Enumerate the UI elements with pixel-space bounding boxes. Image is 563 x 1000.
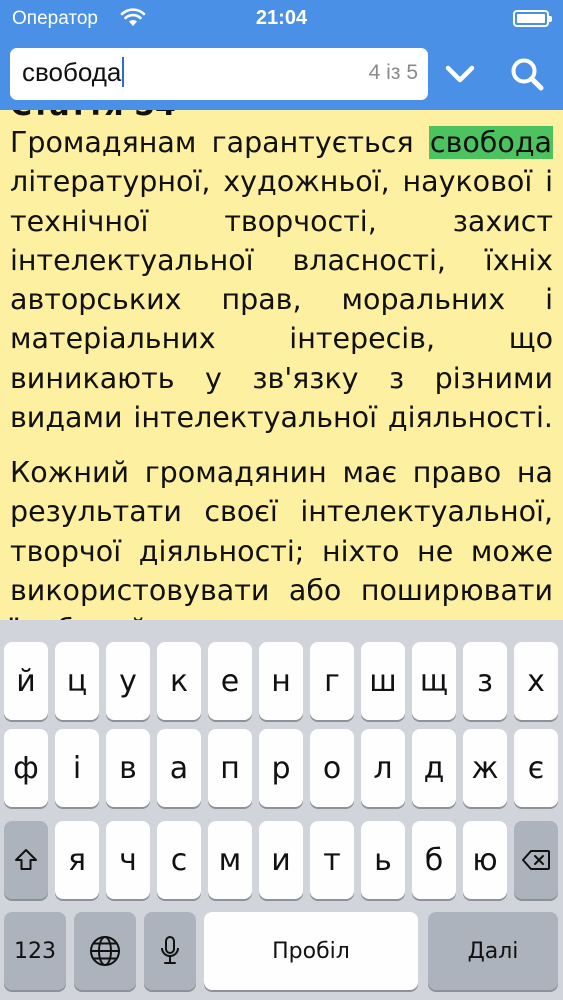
key-row3[interactable]: ч (106, 821, 150, 899)
key-row1[interactable]: х (514, 642, 558, 720)
document-view[interactable]: Стаття 54 Громадянам гарантується свобод… (0, 110, 563, 620)
key-row1[interactable]: з (463, 642, 507, 720)
key-row1[interactable]: н (259, 642, 303, 720)
text-caret (122, 57, 125, 87)
keyboard: й ц у к е н г ш щ з х ф і в а п р о л д … (0, 620, 563, 1000)
key-row3[interactable]: ю (463, 821, 507, 899)
key-row2[interactable]: о (310, 729, 354, 807)
key-row3[interactable]: и (259, 821, 303, 899)
globe-icon (88, 934, 122, 968)
key-row3[interactable]: м (208, 821, 252, 899)
numbers-key[interactable]: 123 (4, 912, 66, 990)
key-row1[interactable]: ш (361, 642, 405, 720)
key-row2[interactable]: в (106, 729, 150, 807)
backspace-icon (521, 849, 551, 871)
match-counter: 4 із 5 (368, 61, 418, 84)
paragraph-1-before: Громадянам гарантується (10, 126, 429, 159)
key-row3[interactable]: б (412, 821, 456, 899)
key-row2[interactable]: п (208, 729, 252, 807)
search-query: свобода (22, 57, 125, 88)
top-bar: Оператор 21:04 свобода 4 із 5 (0, 0, 563, 110)
dictation-key[interactable] (144, 912, 196, 990)
key-row3[interactable]: ь (361, 821, 405, 899)
microphone-icon (159, 935, 181, 967)
key-row2[interactable]: л (361, 729, 405, 807)
shift-icon (13, 847, 39, 873)
key-row3[interactable]: я (55, 821, 99, 899)
key-row2[interactable]: а (157, 729, 201, 807)
chevron-down-icon (438, 52, 482, 96)
globe-key[interactable] (74, 912, 136, 990)
search-query-text: свобода (22, 57, 122, 87)
key-row2[interactable]: р (259, 729, 303, 807)
search-button[interactable] (505, 52, 549, 96)
key-row1[interactable]: щ (412, 642, 456, 720)
status-bar: Оператор 21:04 (0, 0, 563, 38)
search-highlight: свобода (428, 126, 553, 159)
search-icon (505, 52, 549, 96)
key-row1[interactable]: у (106, 642, 150, 720)
key-row2[interactable]: ж (463, 729, 507, 807)
key-row2[interactable]: ф (4, 729, 48, 807)
battery-icon (513, 10, 552, 27)
next-match-button[interactable] (438, 52, 482, 96)
paragraph-1: Громадянам гарантується свобода літерату… (10, 123, 553, 437)
key-row3[interactable]: т (310, 821, 354, 899)
paragraph-2: Кожний громадянин має право на результат… (10, 456, 553, 620)
clipped-heading: Стаття 54 (10, 110, 176, 123)
key-row1[interactable]: ц (55, 642, 99, 720)
search-input[interactable]: свобода 4 із 5 (10, 48, 428, 100)
key-row1[interactable]: е (208, 642, 252, 720)
status-time: 21:04 (255, 7, 308, 29)
key-row1[interactable]: к (157, 642, 201, 720)
key-row2[interactable]: д (412, 729, 456, 807)
return-key[interactable]: Далі (428, 912, 558, 990)
key-row1[interactable]: й (4, 642, 48, 720)
shift-key[interactable] (4, 821, 48, 899)
key-row1[interactable]: г (310, 642, 354, 720)
key-row3[interactable]: с (157, 821, 201, 899)
key-row2[interactable]: і (55, 729, 99, 807)
paragraph-1-after: літературної, художньої, наукової і техн… (10, 165, 553, 435)
backspace-key[interactable] (514, 821, 558, 899)
key-row2[interactable]: є (514, 729, 558, 807)
space-key[interactable]: Пробіл (204, 912, 418, 990)
